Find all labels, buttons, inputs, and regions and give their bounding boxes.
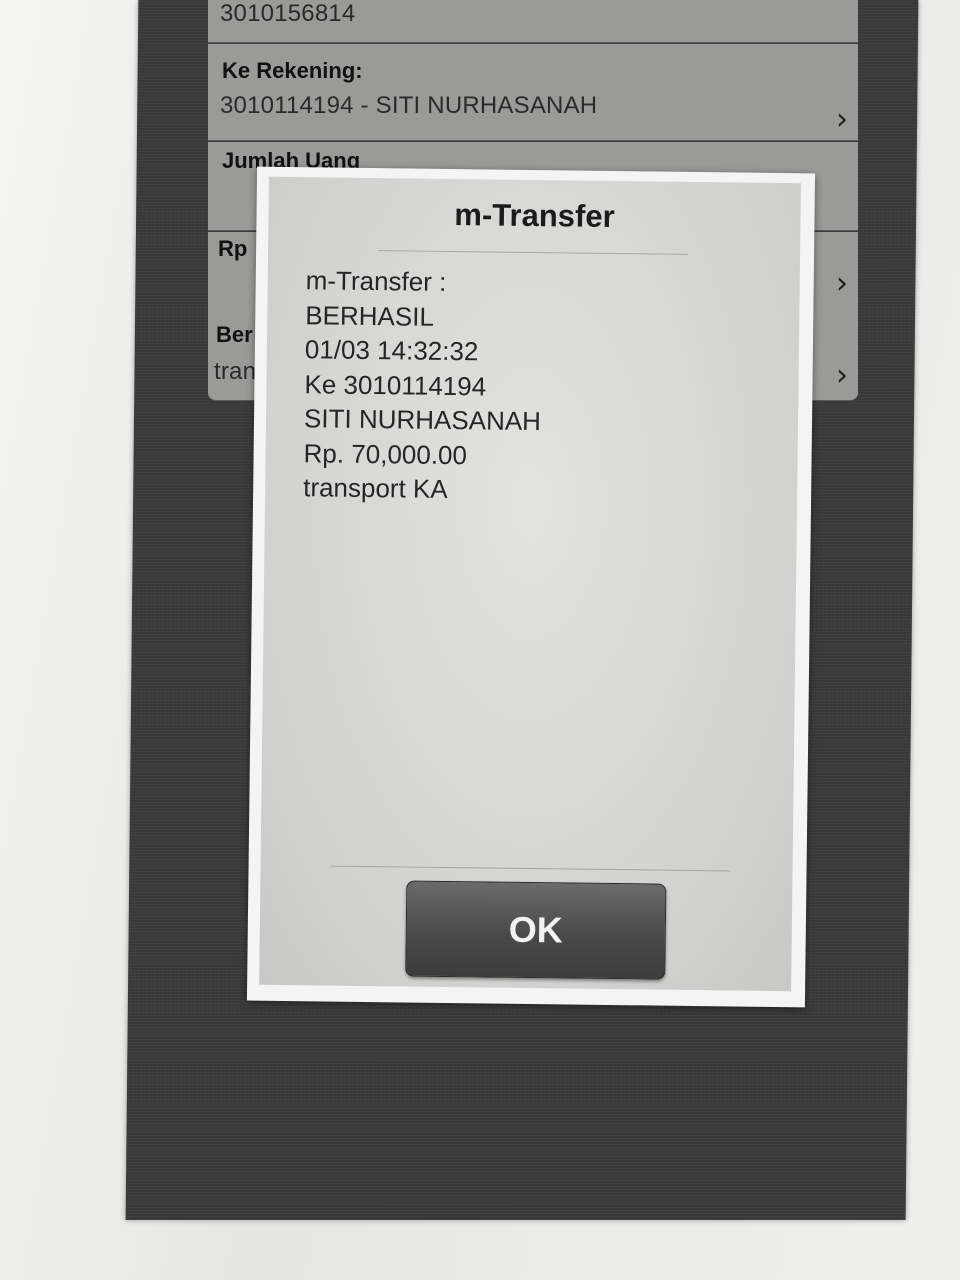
- message-line-header: m-Transfer :: [305, 265, 447, 297]
- to-account-label: Ke Rekening:: [222, 58, 363, 83]
- chevron-right-icon: ›: [836, 358, 848, 393]
- to-account-row[interactable]: Ke Rekening: 3010114194 - SITI NURHASANA…: [208, 44, 858, 141]
- note-label: Ber: [216, 322, 253, 347]
- message-line-amount: Rp. 70,000.00: [303, 437, 468, 470]
- title-divider: [378, 250, 689, 255]
- dialog-message: m-Transfer : BERHASIL 01/03 14:32:32 Ke …: [303, 263, 543, 507]
- message-line-destination: Ke 3010114194: [304, 368, 487, 401]
- amount-prefix: Rp: [218, 236, 248, 261]
- button-divider: [330, 865, 731, 872]
- dialog-frame: m-Transfer m-Transfer : BERHASIL 01/03 1…: [246, 166, 816, 1008]
- message-line-recipient: SITI NURHASANAH: [303, 403, 542, 437]
- message-line-status: BERHASIL: [305, 299, 435, 332]
- ok-button[interactable]: OK: [405, 880, 667, 980]
- to-account-value: 3010114194 - SITI NURHASANAH: [220, 92, 598, 119]
- dialog-title: m-Transfer: [454, 197, 615, 234]
- note-value: tran: [214, 358, 257, 385]
- chevron-right-icon: ›: [836, 266, 848, 301]
- message-line-note: transport KA: [303, 472, 448, 504]
- from-account-value: 3010156814: [220, 0, 356, 27]
- message-line-datetime: 01/03 14:32:32: [304, 334, 479, 367]
- from-account-row[interactable]: 3010156814: [208, 0, 858, 43]
- chevron-right-icon: ›: [836, 102, 848, 137]
- mtransfer-dialog: m-Transfer m-Transfer : BERHASIL 01/03 1…: [259, 176, 801, 992]
